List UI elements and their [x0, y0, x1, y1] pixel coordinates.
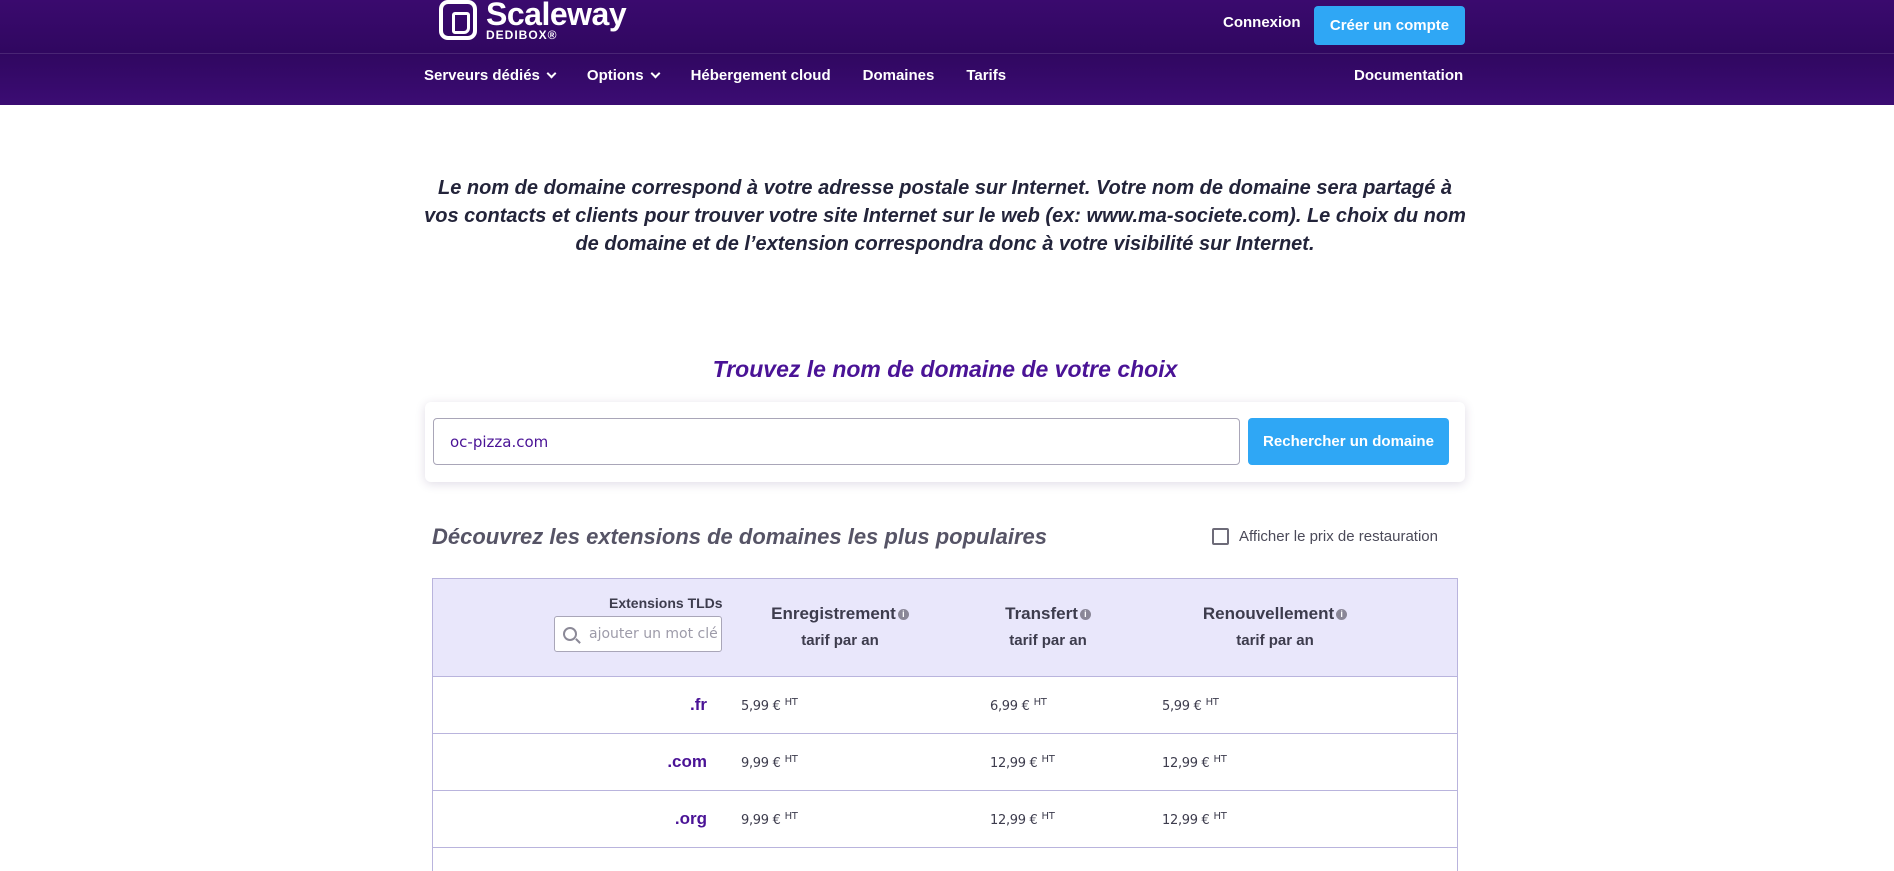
chevron-down-icon [546, 68, 557, 79]
nav-item-dedicated-servers[interactable]: Serveurs dédiés [424, 67, 557, 84]
scaleway-logo[interactable]: Scaleway DEDIBOX® [439, 0, 627, 44]
tld-extension: .com [667, 752, 707, 771]
table-row: .fr 5,99 € HT 6,99 € HT 5,99 € HT [433, 677, 1457, 734]
signup-button[interactable]: Créer un compte [1314, 6, 1465, 45]
info-icon[interactable]: i [1336, 608, 1348, 620]
tld-extension: .fr [690, 695, 707, 714]
column-header-renewal: Renouvellement i tarif par an [1200, 604, 1350, 649]
intro-line: de domaine et de l’extension correspondr… [575, 233, 1315, 255]
chevron-down-icon [650, 68, 661, 79]
search-icon [563, 627, 577, 641]
nav-item-options[interactable]: Options [586, 67, 661, 84]
restore-price-toggle[interactable]: Afficher le prix de restauration [1212, 528, 1438, 545]
column-title: Enregistrement [771, 604, 896, 623]
nav-item-cloud-hosting[interactable]: Hébergement cloud [691, 67, 831, 84]
intro-line: Le nom de domaine correspond à votre adr… [438, 177, 1452, 199]
top-header: Scaleway DEDIBOX® Connexion Créer un com… [0, 0, 1894, 105]
intro-text: Le nom de domaine correspond à votre adr… [400, 174, 1490, 258]
logo-text: Scaleway DEDIBOX® [486, 0, 627, 41]
table-row [433, 848, 1457, 871]
nav-item-label: Domaines [862, 67, 935, 84]
nav-item-domains[interactable]: Domaines [863, 67, 935, 84]
scaleway-logo-icon [439, 0, 477, 40]
table-row: .org 9,99 € HT 12,99 € HT 12,99 € HT [433, 791, 1457, 848]
popular-extensions-title: Découvrez les extensions de domaines les… [432, 524, 1047, 549]
price-renewal: 5,99 € HT [1162, 697, 1219, 714]
intro-line: vos contacts et clients pour trouver vot… [424, 205, 1466, 227]
extension-filter-placeholder: ajouter un mot clé [589, 626, 718, 642]
info-icon[interactable]: i [1079, 608, 1091, 620]
restore-price-checkbox[interactable] [1212, 528, 1229, 545]
price-registration: 5,99 € HT [741, 697, 798, 714]
column-subtitle: tarif par an [801, 632, 879, 649]
column-header-transfer: Transfert i tarif par an [993, 604, 1103, 649]
table-header: Extensions TLDs ajouter un mot clé Enreg… [433, 579, 1457, 677]
price-renewal: 12,99 € HT [1162, 811, 1227, 828]
column-title: Renouvellement [1202, 604, 1335, 623]
nav-item-pricing[interactable]: Tarifs [966, 67, 1006, 84]
logo-name: Scaleway [486, 0, 627, 32]
column-subtitle: tarif par an [1009, 632, 1087, 649]
tld-extension: .org [674, 809, 707, 828]
main-nav: Serveurs dédiés Options Hébergement clou… [424, 67, 1038, 84]
restore-price-label: Afficher le prix de restauration [1239, 528, 1438, 545]
price-registration: 9,99 € HT [741, 811, 798, 828]
price-transfer: 6,99 € HT [990, 697, 1047, 714]
nav-item-label: Serveurs dédiés [424, 67, 540, 84]
search-card: oc-pizza.com Rechercher un domaine [425, 402, 1465, 482]
price-renewal: 12,99 € HT [1162, 754, 1227, 771]
login-link[interactable]: Connexion [1223, 14, 1301, 31]
search-domain-button[interactable]: Rechercher un domaine [1248, 418, 1449, 465]
column-subtitle: tarif par an [1236, 632, 1314, 649]
column-header-registration: Enregistrement i tarif par an [765, 604, 915, 649]
search-title: Trouvez le nom de domaine de votre choix [712, 356, 1178, 382]
tld-pricing-table: Extensions TLDs ajouter un mot clé Enreg… [432, 578, 1458, 871]
price-transfer: 12,99 € HT [990, 754, 1055, 771]
nav-item-documentation[interactable]: Documentation [1354, 67, 1463, 84]
table-row: .com 9,99 € HT 12,99 € HT 12,99 € HT [433, 734, 1457, 791]
extension-filter-input[interactable]: ajouter un mot clé [554, 616, 722, 652]
nav-item-label: Options [586, 67, 644, 84]
column-title: Transfert [1005, 604, 1078, 623]
info-icon[interactable]: i [897, 608, 909, 620]
domain-search-input[interactable]: oc-pizza.com [433, 418, 1240, 465]
price-registration: 9,99 € HT [741, 754, 798, 771]
price-transfer: 12,99 € HT [990, 811, 1055, 828]
extensions-header: Extensions TLDs [609, 595, 723, 611]
header-divider [0, 53, 1894, 54]
nav-item-label: Tarifs [966, 67, 1007, 84]
nav-item-label: Hébergement cloud [690, 67, 831, 84]
